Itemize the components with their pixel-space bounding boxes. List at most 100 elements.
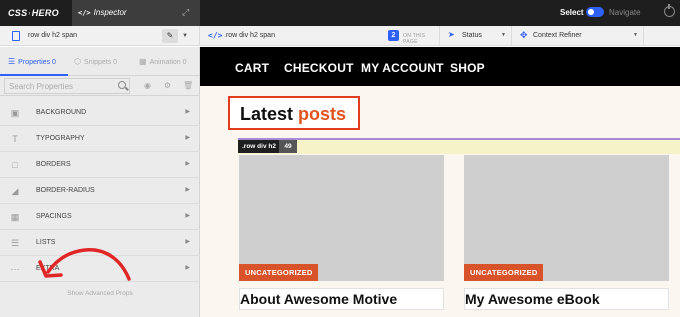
property-row-lists[interactable]: ☰ LISTS ▶: [0, 230, 200, 256]
property-label: LISTS: [36, 239, 56, 246]
mode-navigate-label[interactable]: Navigate: [609, 8, 641, 17]
edit-selector-button[interactable]: ✎: [162, 29, 178, 43]
property-label: EXTRA: [36, 265, 60, 272]
logo-text-left: CSS: [8, 8, 28, 18]
inspector-tab[interactable]: </> Inspector ⤢: [72, 0, 200, 26]
inspector-label: Inspector: [93, 8, 127, 17]
typography-icon: T: [12, 134, 18, 144]
selected-heading-outline[interactable]: Latest posts: [228, 96, 360, 130]
property-row-extra[interactable]: ⋯ EXTRA ▶: [0, 256, 200, 282]
property-label: BORDER-RADIUS: [36, 187, 95, 194]
spacings-icon: ▦: [10, 212, 20, 222]
mode-select-label[interactable]: Select: [560, 8, 584, 17]
chevron-right-icon: ▶: [185, 213, 190, 219]
on-page-label: ON THIS PAGE: [403, 33, 426, 45]
tab-animation-label: Animation 0: [149, 59, 187, 66]
css-hero-logo: CSS›HERO: [0, 0, 72, 26]
path-selector-text: .row div h2 span: [224, 32, 275, 39]
element-count-chip: 49: [279, 140, 297, 153]
element-selector-chip: .row div h2: [238, 140, 280, 153]
chevron-down-icon: ▼: [633, 32, 638, 38]
website-preview: CART CHECKOUT MY ACCOUNT SHOP Latest pos…: [200, 47, 680, 317]
nav-link-checkout[interactable]: CHECKOUT: [284, 61, 354, 75]
post-title[interactable]: My Awesome eBook: [465, 291, 600, 307]
context-refiner-dropdown[interactable]: ✥ Context Refiner ▼: [512, 26, 644, 46]
nav-link-my-account[interactable]: MY ACCOUNT: [361, 61, 444, 75]
category-badge[interactable]: UNCATEGORIZED: [464, 264, 544, 281]
more-icon: ⋯: [10, 264, 20, 274]
property-row-borders[interactable]: □ BORDERS ▶: [0, 152, 200, 178]
code-icon: </>: [78, 9, 91, 17]
property-search: ◉ ⚙ 🗑: [0, 76, 200, 96]
element-icon: [12, 31, 20, 41]
power-icon[interactable]: [664, 4, 675, 17]
property-label: BORDERS: [36, 161, 71, 168]
code-icon: </>: [208, 31, 223, 40]
property-row-typography[interactable]: T TYPOGRAPHY ▶: [0, 126, 200, 152]
status-label: Status: [462, 32, 482, 39]
section-heading[interactable]: Latest posts: [240, 104, 346, 125]
tab-properties-label: Properties 0: [18, 59, 56, 66]
selector-bar: row div h2 span ✎ ▼ </> .row div h2 span…: [0, 26, 680, 46]
tab-animation[interactable]: ▦ Animation 0: [136, 47, 200, 76]
top-bar: CSS›HERO </> Inspector ⤢ Select Navigate: [0, 0, 680, 26]
background-icon: ▣: [10, 108, 20, 118]
property-label: TYPOGRAPHY: [36, 135, 85, 142]
post-thumbnail[interactable]: [464, 155, 669, 281]
heading-main-text: Latest: [240, 104, 294, 124]
chevron-right-icon: ▶: [185, 187, 190, 193]
post-title-box: About Awesome Motive: [239, 288, 444, 310]
chevron-right-icon: ▶: [185, 265, 190, 271]
page-count-badge: 2: [388, 30, 399, 41]
chevron-right-icon: ▶: [185, 135, 190, 141]
status-dropdown[interactable]: ➤ Status ▼: [440, 26, 512, 46]
property-label: BACKGROUND: [36, 109, 87, 116]
post-title-box: My Awesome eBook: [464, 288, 669, 310]
lists-icon: ☰: [10, 238, 20, 248]
post-card[interactable]: UNCATEGORIZED My Awesome eBook: [464, 155, 669, 317]
post-thumbnail[interactable]: [239, 155, 444, 281]
property-row-border-radius[interactable]: ◢ BORDER-RADIUS ▶: [0, 178, 200, 204]
search-input[interactable]: [4, 78, 130, 94]
chevron-right-icon: ▶: [185, 239, 190, 245]
property-row-spacings[interactable]: ▦ SPACINGS ▶: [0, 204, 200, 230]
post-card[interactable]: UNCATEGORIZED About Awesome Motive: [239, 155, 444, 317]
tab-snippets[interactable]: ⬡ Snippets 0: [70, 47, 134, 76]
expand-icon[interactable]: ⤢: [182, 7, 192, 17]
eye-icon[interactable]: ◉: [143, 81, 152, 90]
borders-icon: □: [12, 160, 18, 170]
post-title[interactable]: About Awesome Motive: [240, 291, 397, 307]
path-selector-box[interactable]: </> .row div h2 span 2 ON THIS PAGE: [200, 26, 440, 46]
cube-icon: ⬡: [74, 57, 81, 66]
border-radius-icon: ◢: [11, 186, 19, 196]
cursor-icon: ➤: [448, 30, 455, 39]
properties-panel: ☰Properties 0 ⬡Snippets 0 ▦Animation 0 ◉…: [0, 47, 200, 317]
nav-link-shop[interactable]: SHOP: [450, 61, 485, 75]
chevron-right-icon: ▶: [185, 161, 190, 167]
trash-icon[interactable]: 🗑: [183, 81, 193, 90]
crosshair-icon: ✥: [520, 30, 528, 40]
animation-icon: ▦: [139, 57, 147, 66]
tab-properties[interactable]: ☰ Properties 0: [0, 47, 68, 76]
tab-snippets-label: Snippets 0: [83, 59, 118, 66]
property-row-background[interactable]: ▣ BACKGROUND ▶: [0, 100, 200, 126]
selector-box[interactable]: row div h2 span ✎ ▼: [0, 26, 200, 46]
logo-text-right: HERO: [31, 8, 59, 18]
element-highlight: [238, 140, 680, 154]
mode-toggle[interactable]: [586, 7, 604, 17]
category-badge[interactable]: UNCATEGORIZED: [239, 264, 319, 281]
selector-text: row div h2 span: [28, 32, 78, 39]
context-refiner-label: Context Refiner: [533, 32, 582, 39]
gear-icon[interactable]: ⚙: [163, 81, 172, 90]
nav-link-cart[interactable]: CART: [235, 61, 269, 75]
site-content: Latest posts .row div h2 49 UNCATEGORIZE…: [200, 86, 680, 317]
search-icon[interactable]: [118, 81, 126, 89]
show-advanced-props-button[interactable]: Show Advanced Props: [0, 290, 200, 297]
heading-accent-text[interactable]: posts: [298, 104, 346, 124]
chevron-right-icon: ▶: [185, 109, 190, 115]
list-icon: ☰: [8, 57, 16, 66]
property-label: SPACINGS: [36, 213, 72, 220]
site-nav: CART CHECKOUT MY ACCOUNT SHOP: [200, 47, 680, 86]
chevron-down-icon: ▼: [501, 32, 506, 38]
chevron-down-icon[interactable]: ▼: [182, 29, 188, 43]
